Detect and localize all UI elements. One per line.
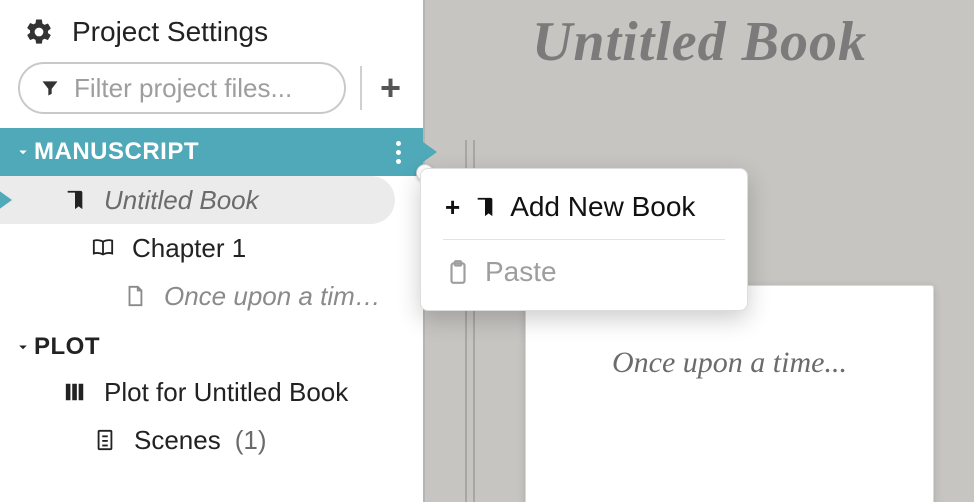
plus-icon: + (445, 192, 460, 223)
project-settings-label: Project Settings (72, 16, 268, 48)
tree-item-scenes[interactable]: Scenes (1) (0, 416, 423, 464)
gear-icon (24, 17, 54, 47)
context-menu: + Add New Book Paste (420, 168, 748, 311)
filter-pill[interactable] (18, 62, 346, 114)
sidebar: Project Settings + MANUSCRIPT Untitled B… (0, 0, 425, 502)
section-plot[interactable]: PLOT (0, 320, 423, 368)
section-label: PLOT (34, 333, 100, 361)
tree-item-plot[interactable]: Plot for Untitled Book (0, 368, 423, 416)
chevron-down-icon (14, 143, 34, 161)
filter-input[interactable] (74, 73, 324, 104)
menu-separator (443, 239, 725, 240)
chevron-down-icon (14, 338, 34, 356)
menu-item-label: Add New Book (510, 191, 695, 223)
tree-item-book[interactable]: Untitled Book (0, 176, 395, 224)
filter-icon (40, 78, 60, 98)
scene-card[interactable]: Once upon a time... (525, 285, 934, 502)
columns-icon (60, 381, 90, 403)
tree-item-label: Plot for Untitled Book (104, 377, 348, 408)
tree-item-label: Untitled Book (104, 185, 259, 216)
file-tree: MANUSCRIPT Untitled Book Chapter 1 Once … (0, 128, 423, 464)
filter-row: + (0, 62, 423, 128)
scenes-count: (1) (235, 425, 267, 456)
menu-item-label: Paste (485, 256, 557, 288)
open-book-icon (88, 237, 118, 259)
menu-item-paste[interactable]: Paste (421, 242, 747, 302)
section-manuscript[interactable]: MANUSCRIPT (0, 128, 423, 176)
tree-item-label: Chapter 1 (132, 233, 246, 264)
scene-card-text: Once upon a time... (612, 346, 847, 502)
scenes-icon (90, 427, 120, 453)
add-button[interactable]: + (376, 70, 405, 106)
book-title: Untitled Book (532, 10, 867, 74)
project-settings-row[interactable]: Project Settings (0, 0, 423, 62)
section-label: MANUSCRIPT (34, 138, 199, 166)
tree-item-scene[interactable]: Once upon a tim… (0, 272, 423, 320)
kebab-menu-button[interactable] (390, 135, 407, 170)
separator (360, 66, 362, 110)
document-icon (120, 283, 150, 309)
tree-item-label: Scenes (134, 425, 221, 456)
book-icon (474, 194, 496, 220)
menu-item-add-new-book[interactable]: + Add New Book (421, 177, 747, 237)
tree-item-chapter[interactable]: Chapter 1 (0, 224, 423, 272)
clipboard-icon (445, 258, 471, 286)
tree-item-label: Once upon a tim… (164, 281, 381, 312)
book-icon (60, 187, 90, 213)
